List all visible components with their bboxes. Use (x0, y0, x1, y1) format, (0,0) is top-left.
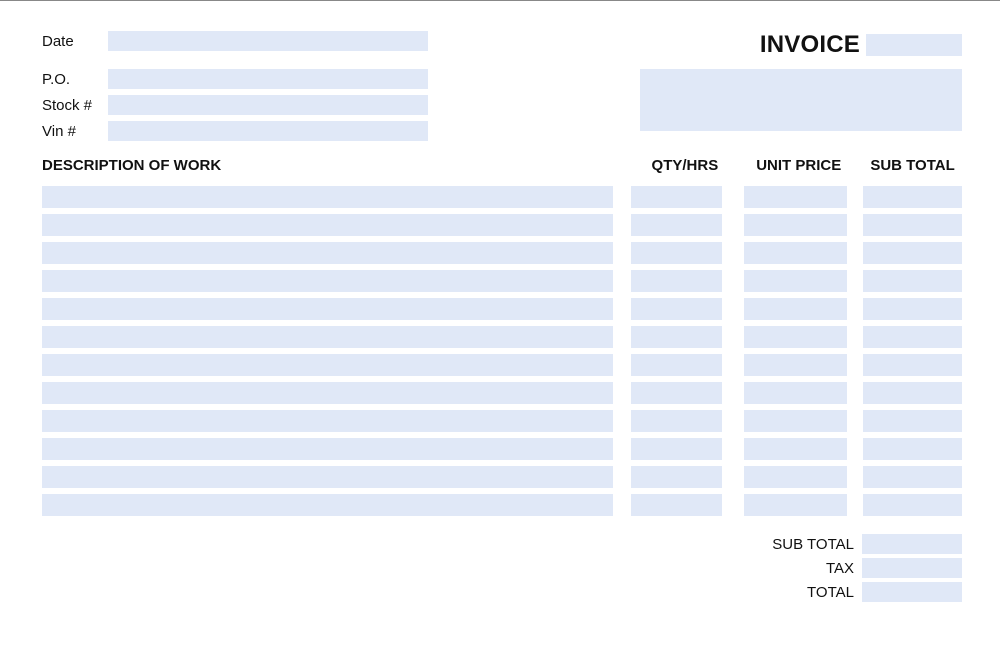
description-input[interactable] (42, 354, 613, 376)
qty-input[interactable] (631, 438, 722, 460)
date-input[interactable] (108, 31, 428, 51)
total-label: TOTAL (807, 584, 854, 601)
tax-value[interactable] (862, 558, 962, 578)
date-row: Date (42, 31, 442, 51)
qty-input[interactable] (631, 298, 722, 320)
subtotal-input[interactable] (863, 494, 962, 516)
table-row (42, 382, 962, 404)
invoice-page: Date P.O. Stock # Vin # INVOICE (0, 1, 1000, 626)
header-right: INVOICE (640, 31, 962, 131)
col-header-qty: QTY/HRS (635, 157, 734, 174)
subtotal-input[interactable] (863, 438, 962, 460)
description-input[interactable] (42, 466, 613, 488)
subtotal-input[interactable] (863, 466, 962, 488)
vin-label: Vin # (42, 123, 108, 140)
table-row (42, 438, 962, 460)
subtotal-input[interactable] (863, 242, 962, 264)
table-row (42, 326, 962, 348)
qty-input[interactable] (631, 186, 722, 208)
header-left-fields: Date P.O. Stock # Vin # (42, 31, 442, 147)
total-row: TOTAL (42, 582, 962, 602)
description-input[interactable] (42, 298, 613, 320)
unit-price-input[interactable] (744, 214, 847, 236)
subtotal-input[interactable] (863, 270, 962, 292)
unit-price-input[interactable] (744, 298, 847, 320)
qty-input[interactable] (631, 242, 722, 264)
table-body (42, 186, 962, 516)
col-header-subtotal: SUB TOTAL (863, 157, 962, 174)
stock-row: Stock # (42, 95, 442, 115)
table-row (42, 270, 962, 292)
unit-price-input[interactable] (744, 382, 847, 404)
subtotal-input[interactable] (863, 354, 962, 376)
subtotal-value[interactable] (862, 534, 962, 554)
invoice-title-row: INVOICE (640, 31, 962, 59)
total-value[interactable] (862, 582, 962, 602)
qty-input[interactable] (631, 494, 722, 516)
po-label: P.O. (42, 71, 108, 88)
qty-input[interactable] (631, 326, 722, 348)
description-input[interactable] (42, 214, 613, 236)
unit-price-input[interactable] (744, 326, 847, 348)
description-input[interactable] (42, 242, 613, 264)
unit-price-input[interactable] (744, 242, 847, 264)
subtotal-input[interactable] (863, 186, 962, 208)
qty-input[interactable] (631, 382, 722, 404)
table-row (42, 494, 962, 516)
totals-section: SUB TOTAL TAX TOTAL (42, 534, 962, 602)
subtotal-input[interactable] (863, 214, 962, 236)
stock-label: Stock # (42, 97, 108, 114)
table-row (42, 186, 962, 208)
po-input[interactable] (108, 69, 428, 89)
subtotal-input[interactable] (863, 326, 962, 348)
tax-row: TAX (42, 558, 962, 578)
table-row (42, 298, 962, 320)
description-input[interactable] (42, 382, 613, 404)
unit-price-input[interactable] (744, 410, 847, 432)
table-row (42, 242, 962, 264)
table-header-row: DESCRIPTION OF WORK QTY/HRS UNIT PRICE S… (42, 157, 962, 174)
table-row (42, 214, 962, 236)
qty-input[interactable] (631, 466, 722, 488)
vin-input[interactable] (108, 121, 428, 141)
invoice-number-input[interactable] (866, 34, 962, 56)
description-input[interactable] (42, 270, 613, 292)
table-row (42, 466, 962, 488)
date-label: Date (42, 33, 108, 50)
table-row (42, 354, 962, 376)
subtotal-input[interactable] (863, 382, 962, 404)
qty-input[interactable] (631, 214, 722, 236)
table-row (42, 410, 962, 432)
description-input[interactable] (42, 438, 613, 460)
header-section: Date P.O. Stock # Vin # INVOICE (42, 31, 962, 147)
description-input[interactable] (42, 186, 613, 208)
col-header-unit-price: UNIT PRICE (744, 157, 853, 174)
invoice-title: INVOICE (760, 31, 860, 59)
qty-input[interactable] (631, 410, 722, 432)
unit-price-input[interactable] (744, 438, 847, 460)
description-input[interactable] (42, 410, 613, 432)
unit-price-input[interactable] (744, 186, 847, 208)
address-block-input[interactable] (640, 69, 962, 131)
po-row: P.O. (42, 69, 442, 89)
description-input[interactable] (42, 494, 613, 516)
tax-label: TAX (826, 560, 854, 577)
unit-price-input[interactable] (744, 466, 847, 488)
subtotal-input[interactable] (863, 410, 962, 432)
stock-input[interactable] (108, 95, 428, 115)
unit-price-input[interactable] (744, 494, 847, 516)
unit-price-input[interactable] (744, 270, 847, 292)
subtotal-input[interactable] (863, 298, 962, 320)
description-input[interactable] (42, 326, 613, 348)
unit-price-input[interactable] (744, 354, 847, 376)
col-header-description: DESCRIPTION OF WORK (42, 157, 625, 174)
qty-input[interactable] (631, 270, 722, 292)
qty-input[interactable] (631, 354, 722, 376)
vin-row: Vin # (42, 121, 442, 141)
subtotal-label: SUB TOTAL (772, 536, 854, 553)
subtotal-row: SUB TOTAL (42, 534, 962, 554)
